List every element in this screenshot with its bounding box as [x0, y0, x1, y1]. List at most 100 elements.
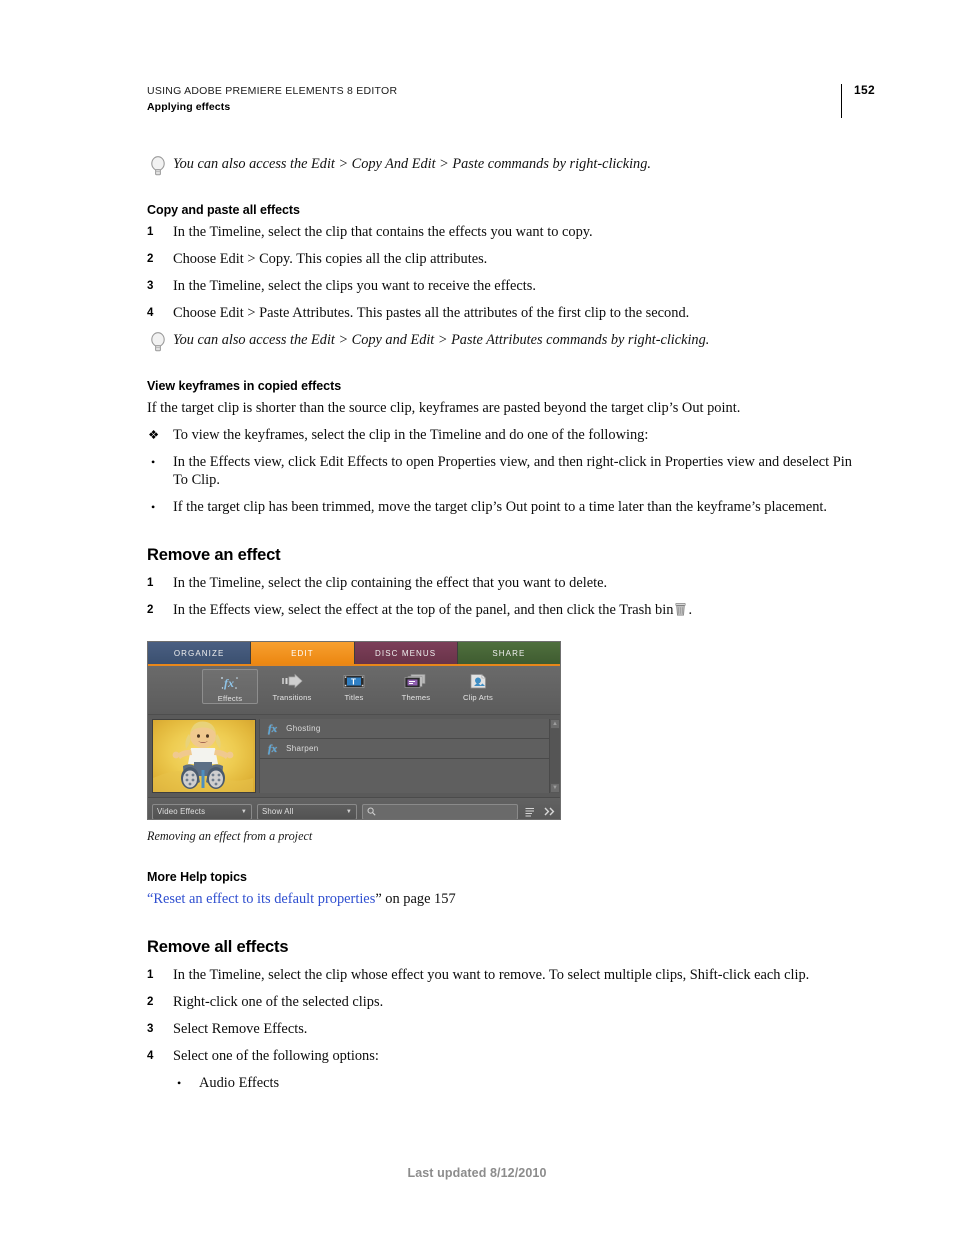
svg-text:T: T	[351, 678, 356, 687]
step-text: Choose Edit > Paste Attributes. This pas…	[173, 305, 690, 321]
toolbar-button-titles[interactable]: T Titles	[326, 669, 382, 702]
effect-row[interactable]: fx Ghosting	[260, 719, 560, 739]
step-number: 1	[147, 577, 154, 589]
step-number: 3	[147, 1023, 154, 1035]
document-title: USING ADOBE PREMIERE ELEMENTS 8 EDITOR	[147, 85, 398, 97]
page-number: 152	[854, 83, 875, 97]
step-item: 2 In the Effects view, select the effect…	[147, 601, 859, 619]
page-header: USING ADOBE PREMIERE ELEMENTS 8 EDITOR A…	[147, 84, 859, 115]
page-number-container: 152	[841, 84, 875, 118]
step-text: Select Remove Effects.	[173, 1021, 308, 1037]
step-number: 1	[147, 226, 154, 238]
heading-copy-and-paste-all-effects: Copy and paste all effects	[147, 203, 300, 217]
toolbar-button-themes-label: Themes	[401, 693, 431, 702]
list-item: • Audio Effects	[147, 1074, 859, 1092]
tab-edit-label: EDIT	[291, 648, 314, 658]
lightbulb-icon	[150, 155, 166, 177]
themes-icon	[404, 672, 428, 691]
bullet-icon: •	[151, 500, 156, 514]
filter-dropdown[interactable]: Show All ▼	[257, 803, 357, 819]
applied-effects-list: fx Ghosting fx Sharpen ▲ ▼	[259, 719, 560, 793]
effect-row[interactable]: fx Sharpen	[260, 739, 560, 759]
tip-note-top: You can also access the Edit > Copy And …	[147, 155, 859, 176]
fx-icon: fx	[268, 722, 278, 735]
more-help-link-line: “Reset an effect to its default properti…	[147, 890, 859, 908]
list-item-text: If the target clip has been trimmed, mov…	[173, 499, 828, 515]
step-item: 4 Select one of the following options:	[147, 1047, 859, 1065]
svg-text:fx: fx	[224, 676, 234, 690]
tab-disc-menus[interactable]: DISC MENUS	[354, 642, 458, 664]
step-item: 2 Right-click one of the selected clips.	[147, 993, 859, 1011]
toolbar-button-effects[interactable]: fx Effects	[202, 669, 258, 704]
step-text: Select one of the following options:	[173, 1048, 379, 1064]
tab-organize[interactable]: ORGANIZE	[148, 642, 252, 664]
heading-more-help-topics: More Help topics	[147, 870, 247, 884]
toolbar-button-titles-label: Titles	[344, 693, 364, 702]
step-item: 1 In the Timeline, select the clip whose…	[147, 966, 859, 984]
effect-name: Ghosting	[286, 724, 321, 733]
step-item: 3 Select Remove Effects.	[147, 1020, 859, 1038]
trash-bin-icon	[675, 603, 687, 616]
premiere-elements-effects-panel-screenshot: ORGANIZE EDIT DISC MENUS SHARE fx Effect…	[147, 641, 561, 820]
tip-note-paste-attributes: You can also access the Edit > Copy and …	[147, 331, 859, 352]
list-item-text: In the Effects view, click Edit Effects …	[173, 454, 852, 488]
app-bottom-bar: Video Effects ▼ Show All ▼	[148, 797, 560, 820]
keyframes-intro-paragraph: If the target clip is shorter than the s…	[147, 400, 741, 416]
step-item: 1 In the Timeline, select the clip that …	[147, 223, 859, 241]
category-dropdown[interactable]: Video Effects ▼	[152, 803, 252, 819]
chevron-down-icon: ▼	[240, 808, 247, 815]
search-icon	[367, 803, 376, 820]
clip-art-icon	[467, 672, 489, 691]
diamond-bullet-icon: ❖	[148, 428, 160, 442]
step-text: In the Timeline, select the clips you wa…	[173, 278, 536, 294]
lightbulb-icon	[150, 331, 166, 353]
step-text: In the Effects view, select the effect a…	[173, 602, 674, 618]
step-item: 1 In the Timeline, select the clip conta…	[147, 574, 859, 592]
bullet-icon: •	[151, 455, 156, 469]
tab-share-label: SHARE	[492, 648, 526, 658]
toolbar-button-clip-arts[interactable]: Clip Arts	[450, 669, 506, 702]
tip-note-top-text: You can also access the Edit > Copy And …	[173, 156, 651, 172]
tip-note-paste-attributes-text: You can also access the Edit > Copy and …	[173, 332, 710, 348]
step-number: 2	[147, 996, 154, 1008]
list-view-icon[interactable]	[523, 807, 537, 817]
title-filmstrip-icon: T	[343, 672, 365, 691]
search-input[interactable]	[362, 803, 518, 820]
tab-share[interactable]: SHARE	[457, 642, 560, 664]
step-number: 2	[147, 604, 154, 616]
list-item: • In the Effects view, click Edit Effect…	[147, 453, 859, 489]
step-number: 2	[147, 253, 154, 265]
step-text: In the Timeline, select the clip whose e…	[173, 967, 810, 983]
tab-edit[interactable]: EDIT	[251, 642, 355, 664]
clip-thumbnail[interactable]	[152, 719, 256, 793]
scroll-down-icon[interactable]: ▼	[550, 783, 560, 793]
step-number: 4	[147, 307, 154, 319]
app-tab-bar: ORGANIZE EDIT DISC MENUS SHARE	[148, 642, 560, 666]
list-item: • If the target clip has been trimmed, m…	[147, 498, 859, 516]
category-dropdown-value: Video Effects	[157, 807, 206, 816]
page-content: You can also access the Edit > Copy And …	[147, 155, 859, 1092]
app-toolbar: fx Effects Transitions T Titles Themes C…	[148, 666, 560, 714]
toolbar-button-themes[interactable]: Themes	[388, 669, 444, 702]
scroll-up-icon[interactable]: ▲	[550, 719, 560, 729]
double-chevron-right-icon[interactable]	[542, 807, 556, 816]
step-text: Right-click one of the selected clips.	[173, 994, 384, 1010]
toolbar-button-transitions[interactable]: Transitions	[264, 669, 320, 702]
action-bullet-text: To view the keyframes, select the clip i…	[173, 427, 649, 443]
heading-view-keyframes-in-copied-effects: View keyframes in copied effects	[147, 379, 342, 393]
arrow-transition-icon	[280, 672, 304, 691]
step-number: 1	[147, 969, 154, 981]
step-item: 2 Choose Edit > Copy. This copies all th…	[147, 250, 859, 268]
fx-icon: fx	[219, 673, 241, 692]
tab-organize-label: ORGANIZE	[173, 648, 225, 658]
toolbar-button-transitions-label: Transitions	[272, 693, 312, 702]
heading-remove-an-effect: Remove an effect	[147, 546, 281, 564]
action-bullet: ❖ To view the keyframes, select the clip…	[147, 426, 859, 444]
effect-name: Sharpen	[286, 744, 319, 753]
effects-list-scrollbar[interactable]: ▲ ▼	[549, 719, 560, 793]
bullet-icon: •	[177, 1076, 182, 1090]
help-topic-link[interactable]: Reset an effect to its default propertie…	[153, 891, 375, 907]
filter-dropdown-value: Show All	[262, 807, 294, 816]
heading-remove-all-effects: Remove all effects	[147, 938, 289, 956]
chapter-subtitle: Applying effects	[147, 101, 231, 113]
